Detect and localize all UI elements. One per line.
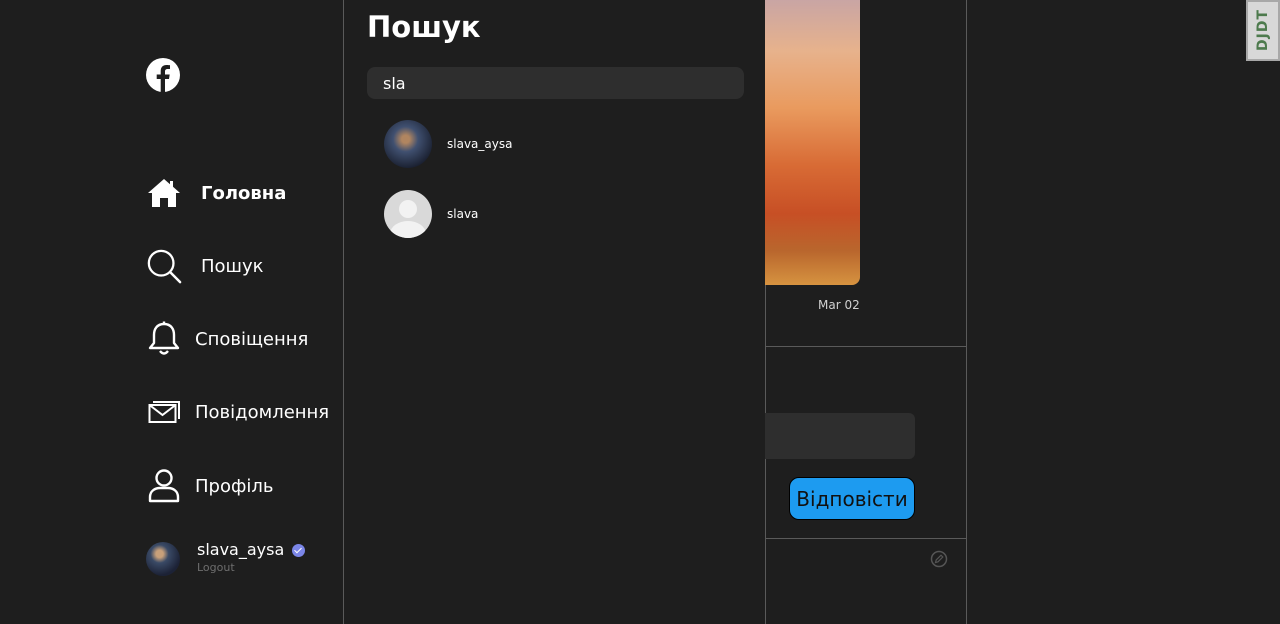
user-icon	[146, 468, 182, 504]
sidebar-item-label: Головна	[201, 182, 287, 204]
sidebar: Головна Пошук Сповіщення Повідомлення Пр…	[0, 0, 343, 624]
page-title: Пошук	[367, 10, 481, 44]
facebook-icon[interactable]	[146, 58, 180, 92]
search-icon	[146, 248, 182, 284]
feed: Mar 02 Відповісти	[765, 0, 967, 624]
sidebar-item-notifications[interactable]: Сповіщення	[146, 321, 308, 357]
sidebar-item-label: Сповіщення	[195, 328, 309, 350]
sidebar-item-messages[interactable]: Повідомлення	[146, 394, 329, 430]
edit-icon[interactable]	[930, 550, 948, 568]
search-input[interactable]	[367, 67, 744, 99]
badge-label: DJDT	[1255, 9, 1271, 52]
home-icon	[146, 175, 182, 211]
divider	[765, 346, 966, 347]
search-result[interactable]: slava	[384, 190, 478, 238]
divider	[765, 538, 966, 539]
reply-input[interactable]	[765, 413, 915, 459]
current-user[interactable]: slava_aysa Logout	[146, 540, 306, 576]
avatar	[146, 542, 180, 576]
default-avatar-icon	[384, 190, 432, 238]
sidebar-item-search[interactable]: Пошук	[146, 248, 264, 284]
avatar	[384, 120, 432, 168]
envelope-icon	[146, 394, 182, 430]
sidebar-item-label: Пошук	[201, 255, 264, 277]
result-name: slava_aysa	[447, 137, 513, 151]
verified-icon	[292, 544, 306, 557]
result-name: slava	[447, 207, 479, 221]
post-date: Mar 02	[818, 298, 860, 312]
bell-icon	[146, 321, 182, 357]
sidebar-item-home[interactable]: Головна	[146, 175, 286, 211]
reply-button[interactable]: Відповісти	[789, 477, 915, 520]
sidebar-item-label: Повідомлення	[195, 401, 330, 423]
post-image[interactable]	[765, 0, 860, 285]
search-result[interactable]: slava_aysa	[384, 120, 512, 168]
user-name: slava_aysa	[197, 540, 285, 559]
debug-toolbar-toggle[interactable]: DJDT	[1246, 0, 1280, 61]
sidebar-item-label: Профіль	[195, 475, 274, 497]
search-panel: Пошук slava_aysa slava	[343, 0, 766, 624]
sidebar-item-profile[interactable]: Профіль	[146, 468, 273, 504]
logout-link[interactable]: Logout	[197, 561, 305, 574]
